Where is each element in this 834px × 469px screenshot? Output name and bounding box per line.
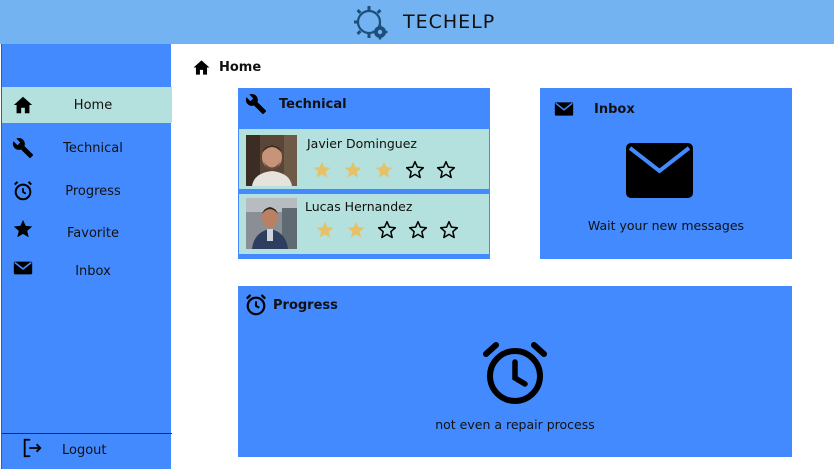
star-outline-icon[interactable] <box>408 220 428 240</box>
star-outline-icon[interactable] <box>439 220 459 240</box>
inbox-card-header: Inbox <box>554 100 635 118</box>
technician-photo <box>246 135 297 186</box>
technician-name: Javier Dominguez <box>307 136 417 151</box>
logout-label: Logout <box>62 443 107 458</box>
progress-card[interactable]: Progress not even a repair process <box>238 286 792 457</box>
rating-stars[interactable] <box>315 220 470 240</box>
rating-stars[interactable] <box>312 160 467 180</box>
technician-photo <box>246 198 297 249</box>
star-outline-icon[interactable] <box>436 160 456 180</box>
technician-row[interactable]: Javier Dominguez <box>239 129 489 189</box>
technician-row[interactable]: Lucas Hernandez <box>239 194 489 254</box>
wrench-icon <box>245 94 267 115</box>
envelope-icon <box>554 102 574 116</box>
sidebar-item-label: Home <box>73 97 113 113</box>
inbox-card[interactable]: Inbox Wait your new messages <box>540 88 792 259</box>
sidebar-item-favorite[interactable]: Favorite <box>2 215 172 251</box>
envelope-icon <box>626 143 693 198</box>
star-outline-icon[interactable] <box>405 160 425 180</box>
app-title: TECHELP <box>403 11 496 33</box>
star-filled-icon[interactable] <box>343 160 363 180</box>
top-header: TECHELP <box>0 0 834 44</box>
home-icon <box>193 60 210 75</box>
star-filled-icon[interactable] <box>346 220 366 240</box>
technician-name: Lucas Hernandez <box>305 199 413 214</box>
brand[interactable]: TECHELP <box>352 5 496 40</box>
progress-card-header: Progress <box>245 293 338 317</box>
sidebar-item-home[interactable]: Home <box>2 87 172 123</box>
technical-title: Technical <box>279 96 347 112</box>
gear-logo-icon <box>354 6 388 40</box>
technical-card: Technical Javier Dominguez Lucas Hernand… <box>238 88 490 259</box>
logout-button[interactable]: Logout <box>2 434 172 469</box>
sidebar-item-label: Inbox <box>75 263 111 279</box>
sidebar-item-label: Favorite <box>67 225 119 241</box>
sidebar-item-label: Technical <box>63 140 123 156</box>
alarm-clock-icon <box>483 342 547 404</box>
star-filled-icon[interactable] <box>312 160 332 180</box>
progress-title: Progress <box>273 297 338 313</box>
sidebar-item-inbox[interactable]: Inbox <box>2 253 172 289</box>
star-filled-icon[interactable] <box>315 220 335 240</box>
star-filled-icon[interactable] <box>374 160 394 180</box>
sidebar-item-progress[interactable]: Progress <box>2 173 172 209</box>
breadcrumb-label: Home <box>219 60 262 75</box>
sidebar: Home Technical Progress Favorite Inbox L… <box>1 44 172 469</box>
inbox-title: Inbox <box>594 101 635 117</box>
progress-empty-message: not even a repair process <box>435 417 595 432</box>
star-outline-icon[interactable] <box>377 220 397 240</box>
sidebar-item-label: Progress <box>65 183 121 199</box>
breadcrumb[interactable]: Home <box>192 58 261 77</box>
inbox-empty-message: Wait your new messages <box>587 218 745 233</box>
technical-card-header: Technical <box>245 93 347 115</box>
logout-icon <box>23 438 42 458</box>
sidebar-item-technical[interactable]: Technical <box>2 130 172 166</box>
alarm-clock-icon <box>246 294 266 316</box>
